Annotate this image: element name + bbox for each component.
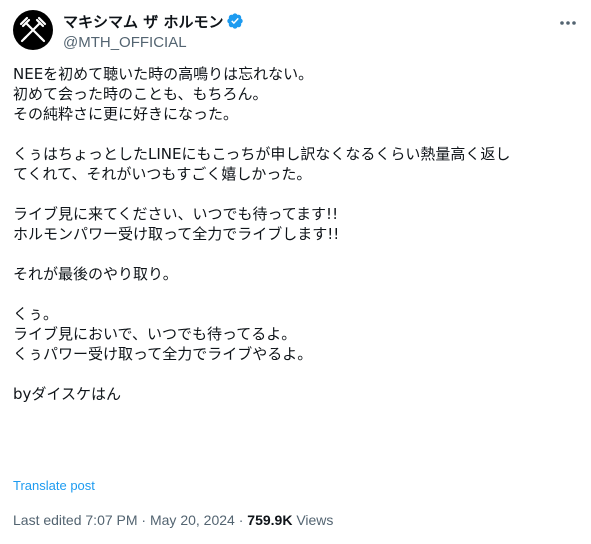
post-date[interactable]: May 20, 2024 <box>150 512 235 528</box>
meta-separator: · <box>238 512 244 528</box>
more-options-icon[interactable] <box>558 13 578 33</box>
tweet-line: くぅ。 <box>13 305 59 323</box>
tweet-text: NEEを初めて聴いた時の高鳴りは忘れない。 初めて会った時のことも、もちろん。 … <box>13 64 581 404</box>
views-count[interactable]: 759.9K <box>247 512 292 528</box>
author-display-name[interactable]: マキシマム ザ ホルモン <box>63 11 223 32</box>
tweet-line: その純粋さに更に好きになった。 <box>13 105 239 123</box>
post-time[interactable]: 7:07 PM <box>85 512 137 528</box>
tweet-meta: Last edited 7:07 PM · May 20, 2024 · 759… <box>13 512 333 528</box>
author-info: マキシマム ザ ホルモン @MTH_OFFICIAL <box>63 11 244 51</box>
tweet-line: くぅはちょっとしたLINEにもこっちが申し訳なくなるくらい熱量高く返し <box>13 145 511 163</box>
crossed-forks-logo-icon <box>19 16 47 43</box>
verified-badge-icon <box>226 12 244 30</box>
tweet-line: byダイスケはん <box>13 385 121 403</box>
tweet-line: ホルモンパワー受け取って全力でライブします!! <box>13 225 340 243</box>
meta-separator: · <box>141 512 147 528</box>
translate-post-link[interactable]: Translate post <box>13 478 95 493</box>
tweet-header: マキシマム ザ ホルモン @MTH_OFFICIAL <box>13 10 578 54</box>
tweet-line: ライブ見においで、いつでも待ってるよ。 <box>13 325 297 343</box>
tweet-line: てくれて、それがいつもすごく嬉しかった。 <box>13 165 312 183</box>
author-handle[interactable]: @MTH_OFFICIAL <box>63 34 244 51</box>
tweet-line: ライブ見に来てください、いつでも待ってます!! <box>13 205 339 223</box>
tweet-line: それが最後のやり取り。 <box>13 265 178 283</box>
views-label: Views <box>296 512 334 528</box>
tweet-line: NEEを初めて聴いた時の高鳴りは忘れない。 <box>13 65 314 83</box>
name-row: マキシマム ザ ホルモン <box>63 11 244 31</box>
avatar[interactable] <box>13 10 53 50</box>
edited-label[interactable]: Last edited <box>13 512 82 528</box>
tweet-line: くぅパワー受け取って全力でライブやるよ。 <box>13 345 313 363</box>
tweet-line: 初めて会った時のことも、もちろん。 <box>13 85 268 103</box>
